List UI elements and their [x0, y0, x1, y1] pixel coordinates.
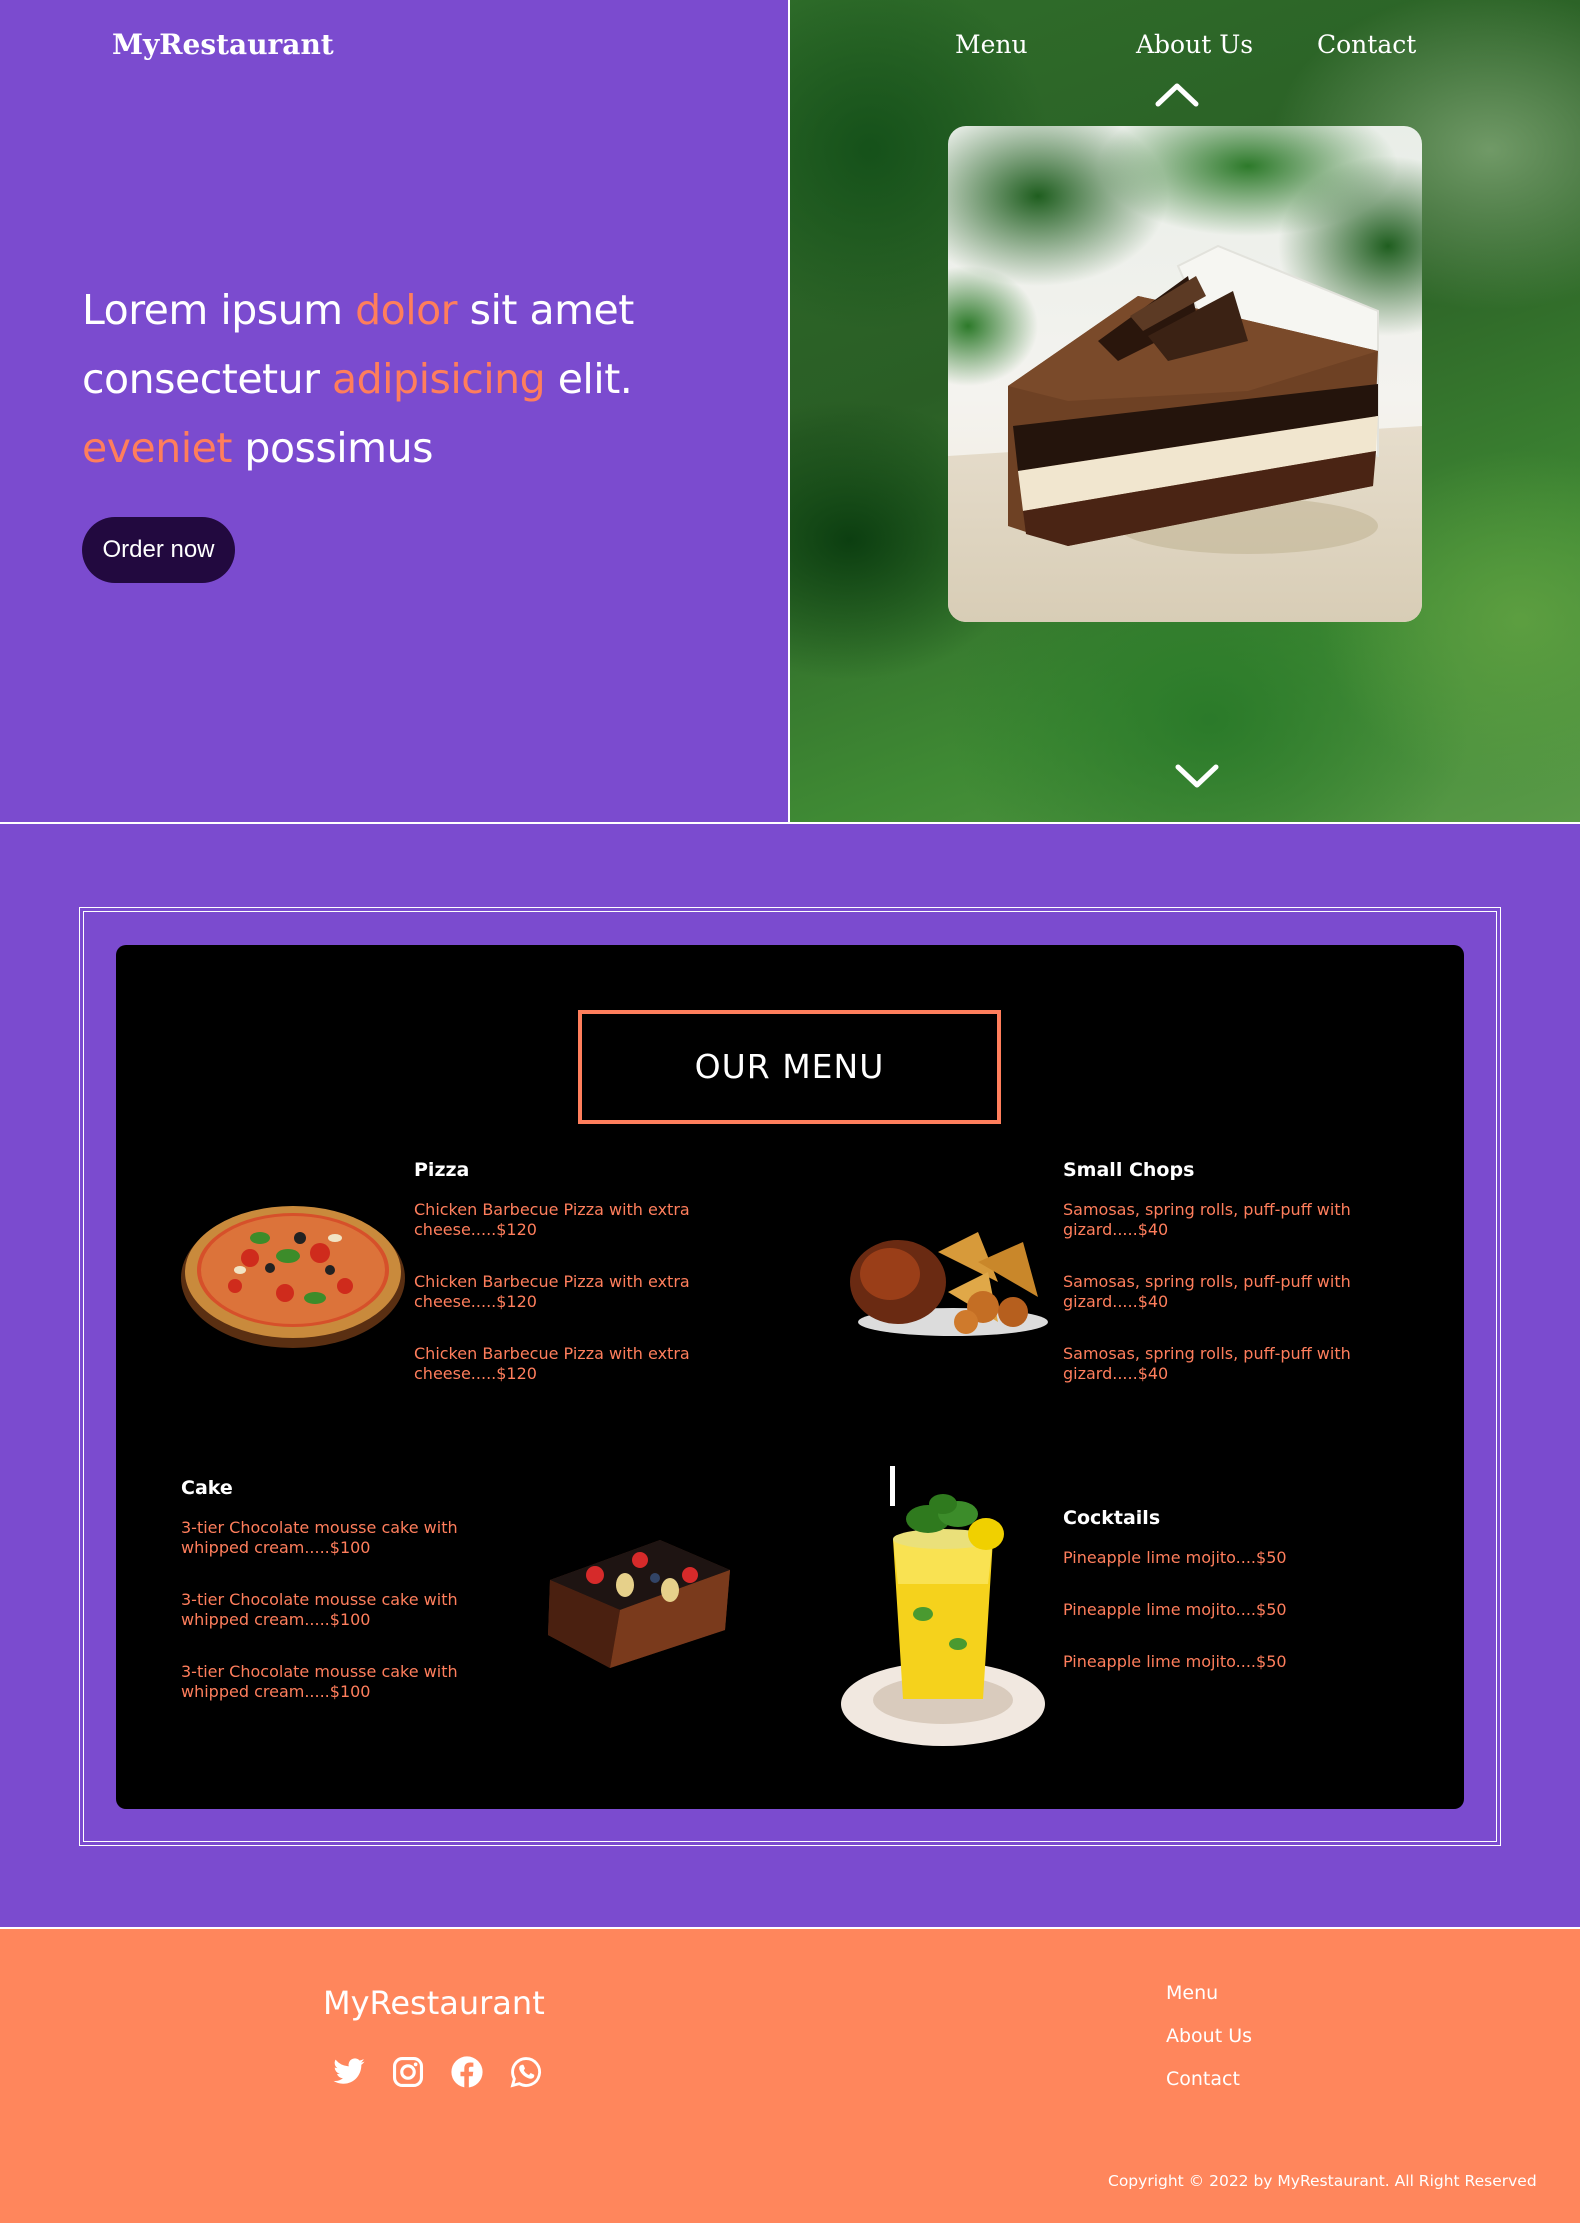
menu-item: Chicken Barbecue Pizza with extra cheese…: [414, 1200, 690, 1239]
nav-menu-link[interactable]: Menu: [955, 30, 1028, 59]
menu-item: Chicken Barbecue Pizza with extra cheese…: [414, 1344, 690, 1383]
nav-contact-link[interactable]: Contact: [1317, 30, 1416, 59]
chevron-up-icon[interactable]: [1155, 81, 1199, 107]
menu-title: OUR MENU: [578, 1010, 1001, 1124]
cocktail-image: [841, 1466, 1045, 1746]
chevron-down-icon[interactable]: [1175, 764, 1219, 790]
hero-headline: Lorem ipsum dolor sit amet consectetur ad…: [82, 276, 722, 483]
menu-item: Pineapple lime mojito....$50: [1063, 1652, 1287, 1671]
nav-about-link[interactable]: About Us: [1136, 30, 1253, 59]
headline-text: elit.: [545, 355, 633, 403]
category-title-cake: Cake: [181, 1477, 233, 1499]
category-title-pizza: Pizza: [414, 1159, 470, 1181]
headline-highlight: adipisicing: [332, 355, 546, 403]
headline-text: Lorem ipsum: [82, 286, 356, 334]
menu-item: Samosas, spring rolls, puff-puff with gi…: [1063, 1272, 1351, 1311]
cake-image: [548, 1540, 730, 1668]
menu-item: Samosas, spring rolls, puff-puff with gi…: [1063, 1344, 1351, 1383]
headline-text: sit amet: [457, 286, 635, 334]
footer-contact-link[interactable]: Contact: [1166, 2068, 1240, 2090]
twitter-icon[interactable]: [332, 2055, 366, 2089]
hero-cake-image: [948, 126, 1422, 622]
whatsapp-icon[interactable]: [509, 2055, 543, 2089]
footer-about-link[interactable]: About Us: [1166, 2025, 1252, 2047]
hero-section: MyRestaurant Menu About Us Contact Lorem…: [0, 0, 1580, 824]
menu-item: 3-tier Chocolate mousse cake with whippe…: [181, 1662, 458, 1701]
menu-item: Chicken Barbecue Pizza with extra cheese…: [414, 1272, 690, 1311]
instagram-icon[interactable]: [391, 2055, 425, 2089]
footer-brand: MyRestaurant: [323, 1984, 545, 2022]
site-footer: MyRestaurant Menu About Us Contact Copyr…: [0, 1927, 1580, 2223]
footer-menu-link[interactable]: Menu: [1166, 1982, 1218, 2004]
menu-item: 3-tier Chocolate mousse cake with whippe…: [181, 1590, 458, 1629]
headline-highlight: eveniet: [82, 424, 232, 472]
headline-highlight: dolor: [355, 286, 458, 334]
menu-item: 3-tier Chocolate mousse cake with whippe…: [181, 1518, 458, 1557]
menu-item: Pineapple lime mojito....$50: [1063, 1548, 1287, 1567]
copyright-text: Copyright © 2022 by MyRestaurant. All Ri…: [1108, 2172, 1537, 2190]
headline-text: consectetur: [82, 355, 332, 403]
pizza-image: [181, 1206, 405, 1348]
order-now-button[interactable]: Order now: [82, 517, 235, 583]
small-chops-image: [850, 1232, 1048, 1336]
site-logo[interactable]: MyRestaurant: [112, 28, 334, 61]
headline-text: possimus: [231, 424, 433, 472]
menu-item: Samosas, spring rolls, puff-puff with gi…: [1063, 1200, 1351, 1239]
menu-item: Pineapple lime mojito....$50: [1063, 1600, 1287, 1619]
facebook-icon[interactable]: [450, 2055, 484, 2089]
category-title-cocktails: Cocktails: [1063, 1507, 1161, 1529]
category-title-small-chops: Small Chops: [1063, 1159, 1195, 1181]
